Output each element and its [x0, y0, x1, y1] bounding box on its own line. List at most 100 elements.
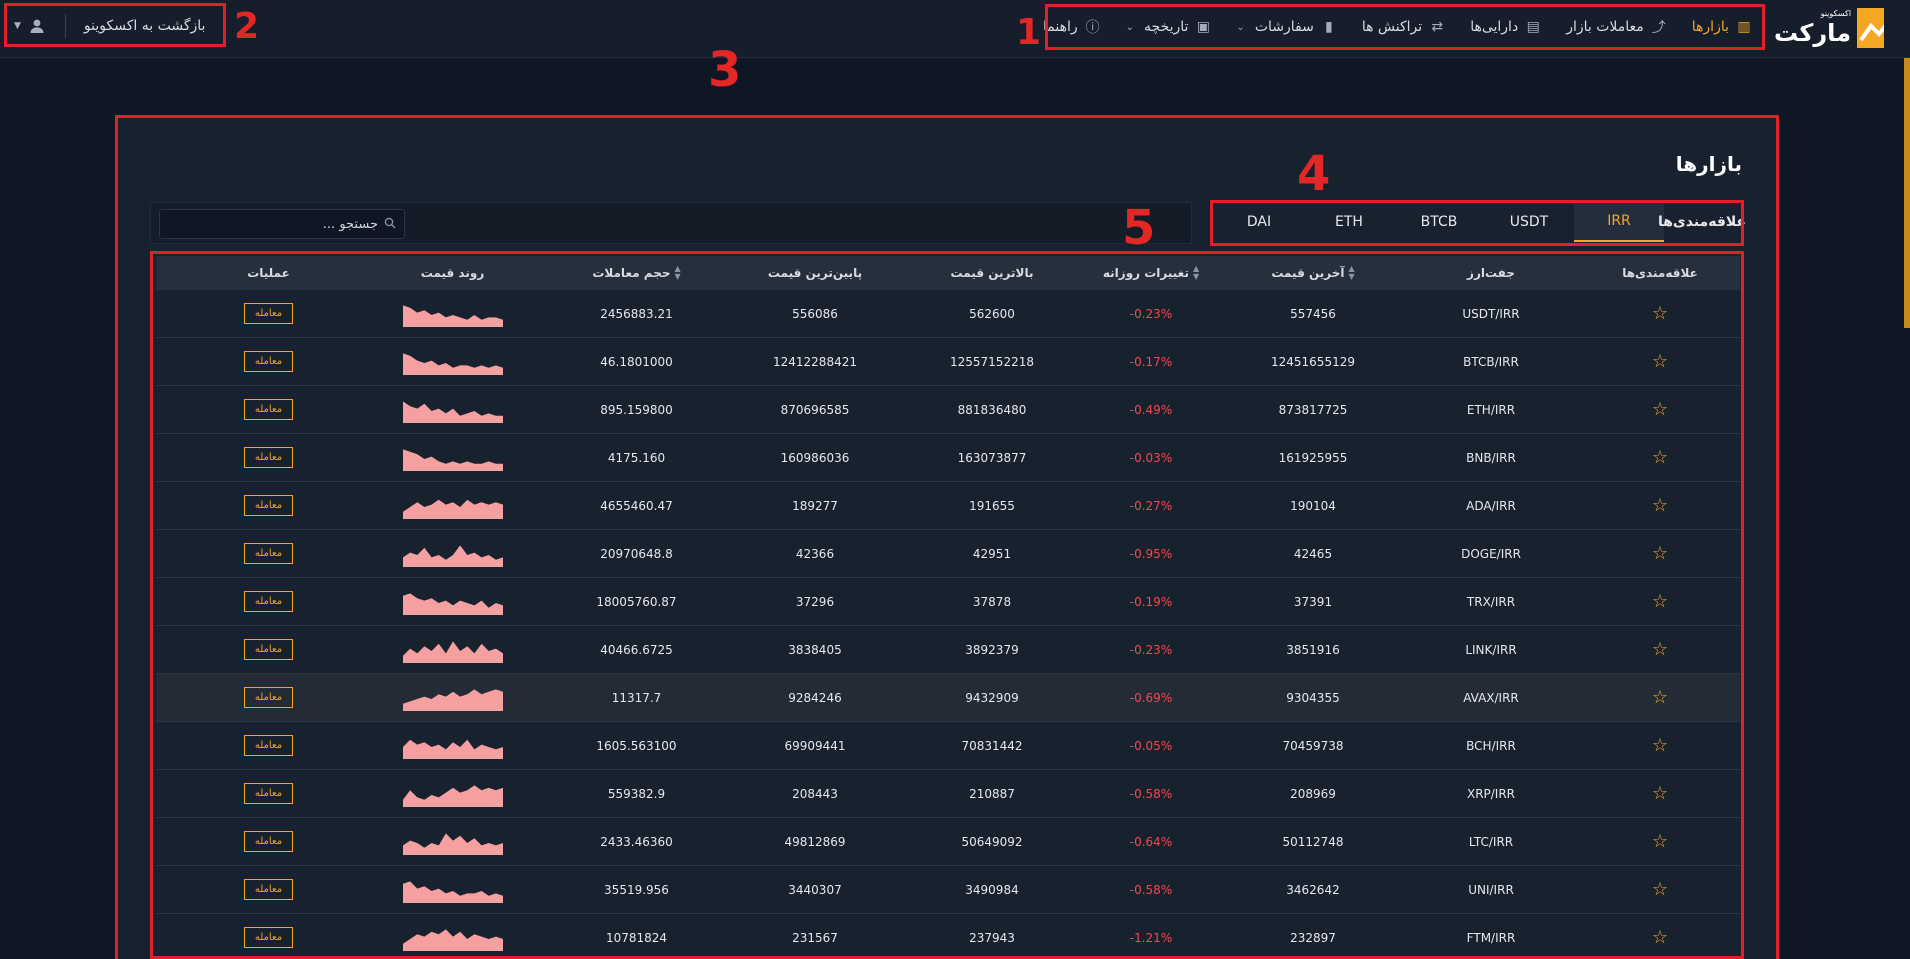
nav-item-3[interactable]: ▤ دارایی‌ها: [1458, 8, 1554, 46]
table-row[interactable]: ☆ FTM/IRR 232897 -1.21% 237943 231567 10781824…: [156, 914, 1740, 959]
market-tabs: علاقه‌مندی‌ها IRR USDT BTCB ETH DAI: [1214, 202, 1746, 242]
table-row[interactable]: ☆ XRP/IRR 208969 -0.58% 210887 208443 559382.9…: [156, 770, 1740, 818]
user-icon[interactable]: [25, 14, 49, 38]
pair-cell-value: DOGE/IRR: [1461, 546, 1521, 561]
sparkline-chart: [402, 928, 503, 951]
search-input[interactable]: [168, 216, 378, 232]
star-icon[interactable]: ☆: [1652, 879, 1668, 900]
trade-button[interactable]: معامله: [243, 447, 294, 468]
sparkline-area: [402, 739, 503, 759]
sparkline-area: [402, 448, 503, 471]
star-icon[interactable]: ☆: [1652, 591, 1668, 612]
table-row[interactable]: ☆ BTCB/IRR 12451655129 -0.17% 12557152218 124…: [156, 338, 1740, 386]
table-row[interactable]: ☆ LINK/IRR 3851916 -0.23% 3892379 3838405 4046…: [156, 626, 1740, 674]
high-price-cell-value: 70831442: [961, 738, 1023, 753]
table-row[interactable]: ☆ LTC/IRR 50112748 -0.64% 50649092 49812869 24…: [156, 818, 1740, 866]
star-icon[interactable]: ☆: [1652, 831, 1668, 852]
column-header-3[interactable]: آخرین قیمت ▲ ▼: [1224, 265, 1402, 281]
star-icon[interactable]: ☆: [1652, 303, 1668, 324]
sort-icon[interactable]: ▲ ▼: [1349, 265, 1355, 281]
column-header-1: علاقه‌مندی‌ها: [1580, 266, 1740, 280]
trade-button[interactable]: معامله: [243, 303, 294, 324]
high-price-cell-value: 12557152218: [950, 354, 1034, 369]
nav-item-label: معاملات بازار: [1566, 19, 1644, 35]
trade-button[interactable]: معامله: [243, 783, 294, 804]
star-icon[interactable]: ☆: [1652, 495, 1668, 516]
favorite-cell: ☆: [1580, 495, 1740, 516]
daily-change-cell-value: -1.21%: [1129, 930, 1173, 945]
column-header-4[interactable]: تغییرات روزانه ▲ ▼: [1078, 265, 1224, 281]
last-price-cell-value: 70459738: [1282, 738, 1344, 753]
markets-panel: بازارها علاقه‌مندی‌هاIRRUSDTBTCBETHDAI ع…: [118, 118, 1776, 959]
table-row[interactable]: ☆ TRX/IRR 37391 -0.19% 37878 37296 18005760.87…: [156, 578, 1740, 626]
column-header-7[interactable]: حجم معاملات ▲ ▼: [549, 265, 724, 281]
pair-cell-value: LINK/IRR: [1465, 642, 1517, 657]
table-row[interactable]: ☆ DOGE/IRR 42465 -0.95% 42951 42366 20970648.8…: [156, 530, 1740, 578]
marker-1: 1: [1016, 12, 1042, 53]
tab-usdt[interactable]: USDT: [1484, 202, 1574, 242]
tab-dai[interactable]: DAI: [1214, 202, 1304, 242]
tab-eth[interactable]: ETH: [1304, 202, 1394, 242]
star-icon[interactable]: ☆: [1652, 639, 1668, 660]
back-to-excoino-link[interactable]: بازگشت به اکسکوینو: [84, 18, 206, 34]
table-row[interactable]: ☆ BNB/IRR 161925955 -0.03% 163073877 16098603…: [156, 434, 1740, 482]
tab-btcb[interactable]: BTCB: [1394, 202, 1484, 242]
trade-button[interactable]: معامله: [243, 687, 294, 708]
table-row[interactable]: ☆ AVAX/IRR 9304355 -0.69% 9432909 9284246 1131…: [156, 674, 1740, 722]
marker-3: 3: [708, 42, 742, 98]
table-row[interactable]: ☆ USDT/IRR 557456 -0.23% 562600 556086 2456883…: [156, 290, 1740, 338]
scrollbar[interactable]: [1904, 58, 1910, 328]
last-price-cell-value: 37391: [1293, 594, 1333, 609]
volume-cell-value: 2433.46360: [600, 834, 673, 849]
tab-irr[interactable]: IRR: [1574, 202, 1664, 242]
trade-button[interactable]: معامله: [243, 399, 294, 420]
caret-down-icon[interactable]: ▼: [14, 21, 21, 31]
nav-item-4[interactable]: ⇄ تراکنش ها: [1350, 8, 1458, 46]
sort-icon[interactable]: ▲ ▼: [675, 265, 681, 281]
nav-item-6[interactable]: ▣ تاریخچه ⌄: [1114, 8, 1225, 46]
star-icon[interactable]: ☆: [1652, 927, 1668, 948]
trade-button[interactable]: معامله: [243, 735, 294, 756]
trade-button[interactable]: معامله: [243, 543, 294, 564]
star-icon[interactable]: ☆: [1652, 687, 1668, 708]
star-icon[interactable]: ☆: [1652, 351, 1668, 372]
nav-item-7[interactable]: ⓘ راهنما: [1031, 8, 1114, 46]
sparkline-area: [402, 352, 503, 375]
trade-button[interactable]: معامله: [243, 639, 294, 660]
star-icon[interactable]: ☆: [1652, 399, 1668, 420]
sort-icon[interactable]: ▲ ▼: [1193, 265, 1199, 281]
high-price-cell-value: 3892379: [965, 642, 1019, 657]
trade-button[interactable]: معامله: [243, 831, 294, 852]
low-price-cell-value: 3440307: [788, 882, 842, 897]
star-icon[interactable]: ☆: [1652, 735, 1668, 756]
last-price-cell-value: 9304355: [1286, 690, 1340, 705]
last-price-cell: 37391: [1224, 595, 1402, 609]
table-row[interactable]: ☆ ADA/IRR 190104 -0.27% 191655 189277 4655460.…: [156, 482, 1740, 530]
table-row[interactable]: ☆ BCH/IRR 70459738 -0.05% 70831442 69909441 16…: [156, 722, 1740, 770]
tab-favorites[interactable]: علاقه‌مندی‌ها: [1658, 202, 1746, 242]
table-row[interactable]: ☆ ETH/IRR 873817725 -0.49% 881836480 87069658…: [156, 386, 1740, 434]
nav-item-1[interactable]: ▥ بازارها: [1680, 8, 1765, 46]
nav-item-5[interactable]: ▮ سفارشات ⌄: [1224, 8, 1349, 46]
table-row[interactable]: ☆ UNI/IRR 3462642 -0.58% 3490984 3440307 35519…: [156, 866, 1740, 914]
trade-button[interactable]: معامله: [243, 495, 294, 516]
trade-button[interactable]: معامله: [243, 591, 294, 612]
nav-item-2[interactable]: ⤴ معاملات بازار: [1554, 8, 1680, 46]
star-icon[interactable]: ☆: [1652, 447, 1668, 468]
logo[interactable]: اکسکوینو مارکت: [1774, 5, 1884, 51]
star-icon[interactable]: ☆: [1652, 783, 1668, 804]
daily-change-cell-value: -0.03%: [1129, 450, 1173, 465]
sparkline-area: [402, 880, 503, 903]
nav-item-label: تاریخچه: [1144, 19, 1189, 35]
star-icon[interactable]: ☆: [1652, 543, 1668, 564]
last-price-cell: 3462642: [1224, 883, 1402, 897]
trade-button[interactable]: معامله: [243, 879, 294, 900]
volume-cell: 18005760.87: [549, 595, 724, 609]
volume-cell-value: 40466.6725: [600, 642, 673, 657]
daily-change-cell-value: -0.58%: [1129, 882, 1173, 897]
trade-button[interactable]: معامله: [243, 351, 294, 372]
daily-change-cell-value: -0.23%: [1129, 642, 1173, 657]
nav-item-label: تراکنش ها: [1361, 19, 1423, 35]
volume-cell-value: 18005760.87: [596, 594, 677, 609]
trade-button[interactable]: معامله: [243, 927, 294, 948]
